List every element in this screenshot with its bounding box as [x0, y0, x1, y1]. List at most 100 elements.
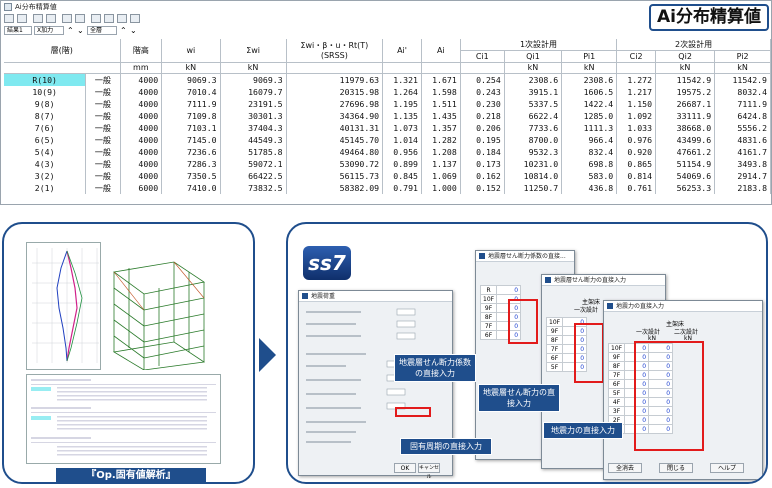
table-cell[interactable]: 一般 [85, 122, 121, 134]
table-cell[interactable]: 1.014 [382, 134, 422, 146]
table-cell[interactable]: 38668.0 [655, 122, 716, 134]
table-cell[interactable]: 6622.4 [504, 110, 563, 122]
table-cell[interactable]: 11979.63 [286, 73, 384, 86]
cancel-button[interactable]: キャンセル [418, 463, 440, 480]
copy-icon[interactable] [4, 14, 14, 23]
table-cell[interactable]: 5337.5 [504, 98, 563, 110]
table-cell[interactable]: 33111.9 [655, 110, 716, 122]
table-cell[interactable]: 1606.5 [561, 86, 618, 98]
table-cell[interactable]: 8700.0 [504, 134, 563, 146]
floor-cell[interactable]: 7(6) [4, 122, 87, 134]
table-cell[interactable]: 1.598 [421, 86, 461, 98]
table-cell[interactable]: 4000 [120, 86, 163, 98]
table-row[interactable]: R(10) 一般 4000 9069.3 9069.3 11979.63 1.321 1.67… [4, 73, 771, 86]
down-arrow-icon[interactable]: ⌄ [130, 25, 137, 37]
table-cell[interactable]: 40131.31 [286, 122, 384, 134]
floor-cell[interactable]: 9(8) [4, 98, 87, 110]
up-arrow-icon[interactable]: ⌃ [67, 25, 74, 37]
table-cell[interactable]: 一般 [85, 98, 121, 110]
table-cell[interactable]: 53090.72 [286, 158, 384, 170]
table-cell[interactable]: 1.671 [421, 73, 461, 86]
table-cell[interactable]: 51154.9 [655, 158, 716, 170]
table-cell[interactable]: 9069.3 [161, 73, 221, 86]
floor-cell[interactable]: 6(5) [4, 134, 87, 146]
table-cell[interactable]: 1.000 [421, 182, 461, 194]
table-cell[interactable]: 0.845 [382, 170, 422, 182]
table-cell[interactable]: 436.8 [561, 182, 618, 194]
table-cell[interactable]: 0.761 [616, 182, 657, 194]
table-cell[interactable]: 1.217 [616, 86, 657, 98]
table-cell[interactable]: 1.195 [382, 98, 422, 110]
table-cell[interactable]: 1422.4 [561, 98, 618, 110]
table-cell[interactable]: 26687.1 [655, 98, 716, 110]
table-cell[interactable]: 0.865 [616, 158, 657, 170]
table-cell[interactable]: 4831.6 [714, 134, 771, 146]
table-cell[interactable]: 6000 [120, 182, 163, 194]
table-cell[interactable]: 1.272 [616, 73, 657, 86]
table-cell[interactable]: 7111.9 [161, 98, 221, 110]
table-cell[interactable]: 1.511 [421, 98, 461, 110]
floor-cell[interactable]: 5(4) [4, 146, 87, 158]
table-cell[interactable]: 一般 [85, 86, 121, 98]
help-button[interactable]: ヘルプ [710, 463, 744, 473]
table-cell[interactable]: 23191.5 [220, 98, 287, 110]
sort-icon[interactable] [33, 14, 43, 23]
layout-icon[interactable] [130, 14, 140, 23]
table-cell[interactable]: 7236.6 [161, 146, 221, 158]
table-cell[interactable]: 1.150 [616, 98, 657, 110]
table-cell[interactable]: 43499.6 [655, 134, 716, 146]
table-row[interactable]: 7(6) 一般 4000 7103.1 37404.3 40131.31 1.073 1.35… [4, 122, 771, 134]
table-cell[interactable]: 54069.6 [655, 170, 716, 182]
table-cell[interactable]: 4000 [120, 122, 163, 134]
table-cell[interactable]: 9069.3 [220, 73, 287, 86]
table-cell[interactable]: 73832.5 [220, 182, 287, 194]
table-cell[interactable]: 698.8 [561, 158, 618, 170]
table-cell[interactable]: 2914.7 [714, 170, 771, 182]
table-cell[interactable]: 19575.2 [655, 86, 716, 98]
table-cell[interactable]: 1.208 [421, 146, 461, 158]
table-cell[interactable]: 51785.8 [220, 146, 287, 158]
table-cell[interactable]: 11250.7 [504, 182, 563, 194]
table-icon[interactable] [46, 14, 56, 23]
table-cell[interactable]: 1.435 [421, 110, 461, 122]
print-icon[interactable] [62, 14, 72, 23]
table-cell[interactable]: 一般 [85, 146, 121, 158]
result-select[interactable]: 結果1 [4, 26, 32, 35]
table-cell[interactable]: 一般 [85, 134, 121, 146]
table-cell[interactable]: 0.152 [460, 182, 505, 194]
table-cell[interactable]: 0.206 [460, 122, 505, 134]
close-button[interactable]: 閉じる [659, 463, 693, 473]
table-cell[interactable]: 一般 [85, 73, 121, 86]
table-cell[interactable]: 7109.8 [161, 110, 221, 122]
floor-cell[interactable]: 3(2) [4, 170, 87, 182]
table-row[interactable]: 6(5) 一般 4000 7145.0 44549.3 45145.70 1.014 1.28… [4, 134, 771, 146]
table-row[interactable]: 3(2) 一般 4000 7350.5 66422.5 56115.73 0.845 1.06… [4, 170, 771, 182]
table-cell[interactable]: 966.4 [561, 134, 618, 146]
table-cell[interactable]: 10231.0 [504, 158, 563, 170]
floor-cell[interactable]: 8(7) [4, 110, 87, 122]
ok-button[interactable]: OK [394, 463, 416, 473]
cascade-icon[interactable] [117, 14, 127, 23]
table-cell[interactable]: 11542.9 [655, 73, 716, 86]
table-cell[interactable]: 66422.5 [220, 170, 287, 182]
table-cell[interactable]: 56253.3 [655, 182, 716, 194]
table-cell[interactable]: 56115.73 [286, 170, 384, 182]
table-row[interactable]: 8(7) 一般 4000 7109.8 30301.3 34364.90 1.135 1.43… [4, 110, 771, 122]
table-cell[interactable]: 34364.90 [286, 110, 384, 122]
table-cell[interactable]: 16079.7 [220, 86, 287, 98]
table-cell[interactable]: 11542.9 [714, 73, 771, 86]
floor-cell[interactable]: 10(9) [4, 86, 87, 98]
window-icon[interactable] [91, 14, 101, 23]
table-cell[interactable]: 0.920 [616, 146, 657, 158]
table-cell[interactable]: 0.814 [616, 170, 657, 182]
table-cell[interactable]: 4000 [120, 73, 163, 86]
floor-cell[interactable]: 2(1) [4, 182, 87, 194]
table-cell[interactable]: 1.033 [616, 122, 657, 134]
table-cell[interactable]: 1111.3 [561, 122, 618, 134]
table-cell[interactable]: 1.321 [382, 73, 422, 86]
table-cell[interactable]: 30301.3 [220, 110, 287, 122]
table-cell[interactable]: 7350.5 [161, 170, 221, 182]
table-cell[interactable]: 一般 [85, 110, 121, 122]
table-cell[interactable]: 832.4 [561, 146, 618, 158]
table-cell[interactable]: 0.230 [460, 98, 505, 110]
